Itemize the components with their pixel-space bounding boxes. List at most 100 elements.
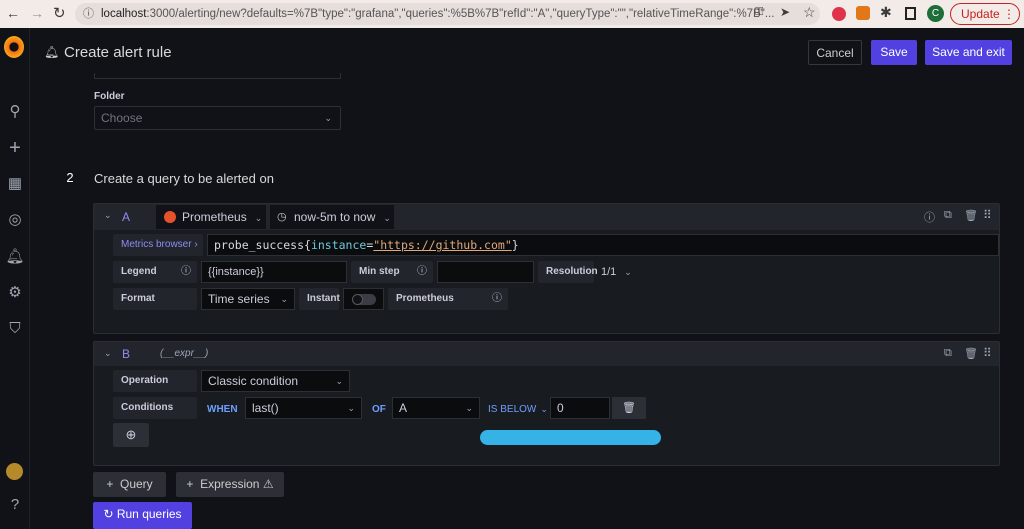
folder-select[interactable]: Choose ⌄ — [94, 106, 341, 130]
collapse-chevron-icon[interactable]: ⌄ — [104, 348, 112, 359]
send-icon[interactable]: ➤ — [780, 5, 790, 19]
previous-field-edge — [94, 73, 341, 79]
cancel-button[interactable]: Cancel — [808, 40, 862, 65]
info-icon: ⓘ — [181, 266, 191, 277]
time-range-value: now-5m to now — [294, 210, 376, 224]
clock-icon: ◷ — [277, 211, 287, 223]
legend-input[interactable]: {{instance}} — [201, 261, 347, 283]
extensions-icon[interactable]: ✱ — [880, 4, 892, 21]
url-host: localhost — [101, 8, 147, 20]
redaction-scribble — [480, 430, 661, 445]
resolution-select[interactable]: 1/1 ⌄ — [596, 261, 644, 283]
evaluator-select[interactable]: IS BELOW ⌄ — [482, 397, 548, 419]
expression-name: (__expr__) — [160, 348, 209, 359]
query-editor[interactable]: probe_success{instance="https://github.c… — [207, 234, 999, 256]
legend-label: Legend ⓘ — [113, 261, 197, 283]
forward-icon[interactable]: → — [30, 5, 44, 21]
chevron-down-icon: ⌄ — [540, 404, 548, 414]
operation-select[interactable]: Classic condition ⌄ — [201, 370, 350, 392]
refresh-icon: ↻ — [103, 507, 114, 521]
duplicate-icon[interactable]: ⧉ — [944, 347, 952, 360]
plus-icon: + — [186, 477, 194, 491]
chevron-down-icon: ⌄ — [383, 213, 391, 223]
update-button[interactable]: Update ⋮ — [950, 3, 1020, 25]
browser-toolbar: ← → ↻ ⓘ localhost:3000/alerting/new?defa… — [0, 0, 1024, 28]
shield-icon[interactable]: ⛉ — [5, 319, 25, 339]
warning-icon: ⚠ — [262, 477, 274, 491]
collapse-chevron-icon[interactable]: ⌄ — [104, 210, 112, 221]
folder-placeholder: Choose — [101, 111, 143, 125]
format-select[interactable]: Time series ⌄ — [201, 288, 295, 310]
expr-close: } — [511, 238, 519, 252]
chevron-down-icon: ⌄ — [624, 267, 632, 277]
expr-value: "https://github.com" — [373, 238, 512, 252]
info-icon: ⓘ — [417, 266, 427, 277]
help-icon[interactable]: ⓘ — [924, 209, 935, 225]
step-title: Create a query to be alerted on — [94, 171, 274, 186]
query-select[interactable]: A ⌄ — [392, 397, 480, 419]
save-button[interactable]: Save — [871, 40, 917, 65]
drag-handle-icon[interactable]: ⠿ — [983, 208, 992, 222]
datasource-picker[interactable]: Prometheus ⌄ — [156, 205, 266, 229]
duplicate-icon[interactable]: ⧉ — [944, 209, 952, 222]
resolution-value: 1/1 — [601, 266, 617, 278]
run-queries-button[interactable]: ↻ Run queries — [93, 502, 192, 529]
chevron-down-icon: ⌄ — [254, 213, 263, 223]
prometheus-icon — [164, 211, 176, 223]
dashboards-icon[interactable]: ▦ — [5, 174, 25, 194]
adblock-icon[interactable] — [832, 7, 846, 21]
trash-icon[interactable]: 🗑︎ — [964, 209, 978, 222]
step-number: 2 — [60, 168, 80, 188]
trash-icon[interactable]: 🗑︎ — [964, 347, 978, 360]
save-and-exit-button[interactable]: Save and exit — [925, 40, 1012, 65]
add-query-button[interactable]: + Query — [93, 472, 166, 497]
update-label: Update — [961, 7, 1000, 21]
add-query-label: Query — [120, 477, 153, 491]
expr-label: instance — [310, 238, 367, 252]
info-icon: ⓘ — [492, 293, 502, 304]
chevron-down-icon: ⌄ — [347, 403, 355, 413]
chevron-down-icon: ⌄ — [280, 294, 288, 304]
info-icon: ⓘ — [83, 8, 94, 20]
reload-icon[interactable]: ↻ — [53, 4, 66, 22]
gear-icon[interactable]: ⚙ — [5, 283, 25, 303]
threshold-input[interactable]: 0 — [550, 397, 610, 419]
time-range-picker[interactable]: ◷ now-5m to now ⌄ — [270, 205, 394, 229]
bell-icon: 🔔︎ — [44, 45, 60, 59]
star-icon[interactable]: ☆ — [803, 4, 816, 21]
add-expression-label: Expression — [200, 477, 260, 491]
grafana-logo-icon[interactable] — [4, 36, 24, 58]
plus-circle-icon: ⊕ — [125, 427, 137, 442]
metamask-icon[interactable] — [856, 6, 870, 20]
metrics-browser-button[interactable]: Metrics browser › — [113, 234, 203, 256]
toggle-knob — [352, 294, 363, 305]
profile-avatar[interactable]: C — [927, 5, 944, 22]
when-keyword: WHEN — [201, 397, 243, 419]
reducer-value: last() — [252, 401, 279, 415]
page-title: Create alert rule — [64, 44, 172, 61]
explore-icon[interactable]: ◎ — [5, 210, 25, 230]
folder-label: Folder — [94, 91, 125, 102]
search-icon[interactable]: ⚲ — [5, 102, 25, 122]
url-path: :3000/alerting/new?defaults=%7B"type":"g… — [146, 8, 775, 20]
add-expression-button[interactable]: + Expression ⚠ — [176, 472, 284, 497]
key-icon[interactable]: ⚿ — [755, 6, 763, 19]
sidepanel-icon[interactable] — [905, 7, 916, 20]
instant-label: Instant — [299, 288, 340, 310]
back-icon[interactable]: ← — [6, 5, 20, 21]
help-icon[interactable]: ? — [5, 495, 25, 515]
min-step-label: Min step ⓘ — [351, 261, 433, 283]
reducer-select[interactable]: last() ⌄ — [245, 397, 362, 419]
instant-toggle[interactable] — [343, 288, 384, 310]
plus-icon[interactable]: + — [5, 138, 25, 158]
format-label: Format — [113, 288, 197, 310]
alerting-bell-icon[interactable]: 🔔︎ — [5, 247, 25, 267]
user-avatar[interactable] — [6, 463, 23, 480]
drag-handle-icon[interactable]: ⠿ — [983, 346, 992, 360]
min-step-input[interactable] — [437, 261, 534, 283]
add-condition-button[interactable]: ⊕ — [113, 423, 149, 447]
prometheus-type-label: Prometheus ⓘ — [388, 288, 508, 310]
delete-condition-button[interactable]: 🗑︎ — [612, 397, 646, 419]
legend-label-text: Legend — [121, 266, 157, 277]
address-bar[interactable]: ⓘ localhost:3000/alerting/new?defaults=%… — [75, 3, 820, 25]
